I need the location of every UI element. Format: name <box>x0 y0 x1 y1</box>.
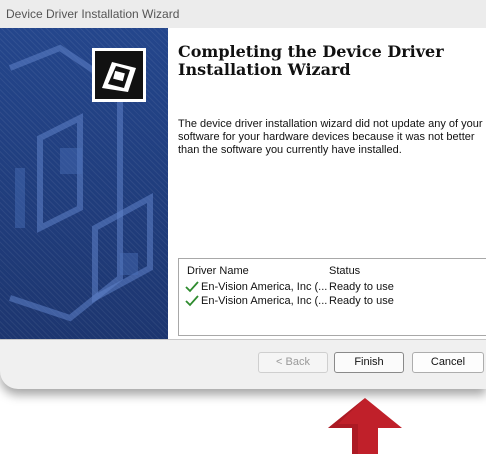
driver-status: Ready to use <box>329 281 394 293</box>
wizard-banner <box>0 28 168 339</box>
button-area-divider <box>0 339 486 340</box>
heading-line-2: Installation Wizard <box>178 60 351 79</box>
checkmark-icon <box>185 281 199 293</box>
cancel-button[interactable]: Cancel <box>412 352 484 373</box>
finish-button[interactable]: Finish <box>334 352 404 373</box>
wizard-heading: Completing the Device Driver Installatio… <box>178 43 478 79</box>
wizard-content: Completing the Device Driver Installatio… <box>0 28 486 339</box>
table-row[interactable]: En-Vision America, Inc (... Ready to use <box>179 295 486 309</box>
column-header-driver-name: Driver Name <box>187 265 249 277</box>
driver-name: En-Vision America, Inc (... <box>201 295 328 307</box>
wizard-window: Device Driver Installation Wizard Comple… <box>0 0 486 389</box>
driver-status: Ready to use <box>329 295 394 307</box>
pointer-arrow-icon <box>328 398 402 454</box>
checkmark-icon <box>185 295 199 307</box>
device-installer-icon <box>92 48 146 102</box>
heading-line-1: Completing the Device Driver <box>178 42 444 61</box>
title-bar: Device Driver Installation Wizard <box>0 0 486 29</box>
wizard-description: The device driver installation wizard di… <box>178 118 483 156</box>
back-button[interactable]: < Back <box>258 352 328 373</box>
window-title: Device Driver Installation Wizard <box>6 7 180 21</box>
column-header-status: Status <box>329 265 361 277</box>
table-row[interactable]: En-Vision America, Inc (... Ready to use <box>179 281 486 295</box>
driver-name: En-Vision America, Inc (... <box>201 281 328 293</box>
driver-list: Driver Name Status En-Vision America, In… <box>178 258 486 336</box>
